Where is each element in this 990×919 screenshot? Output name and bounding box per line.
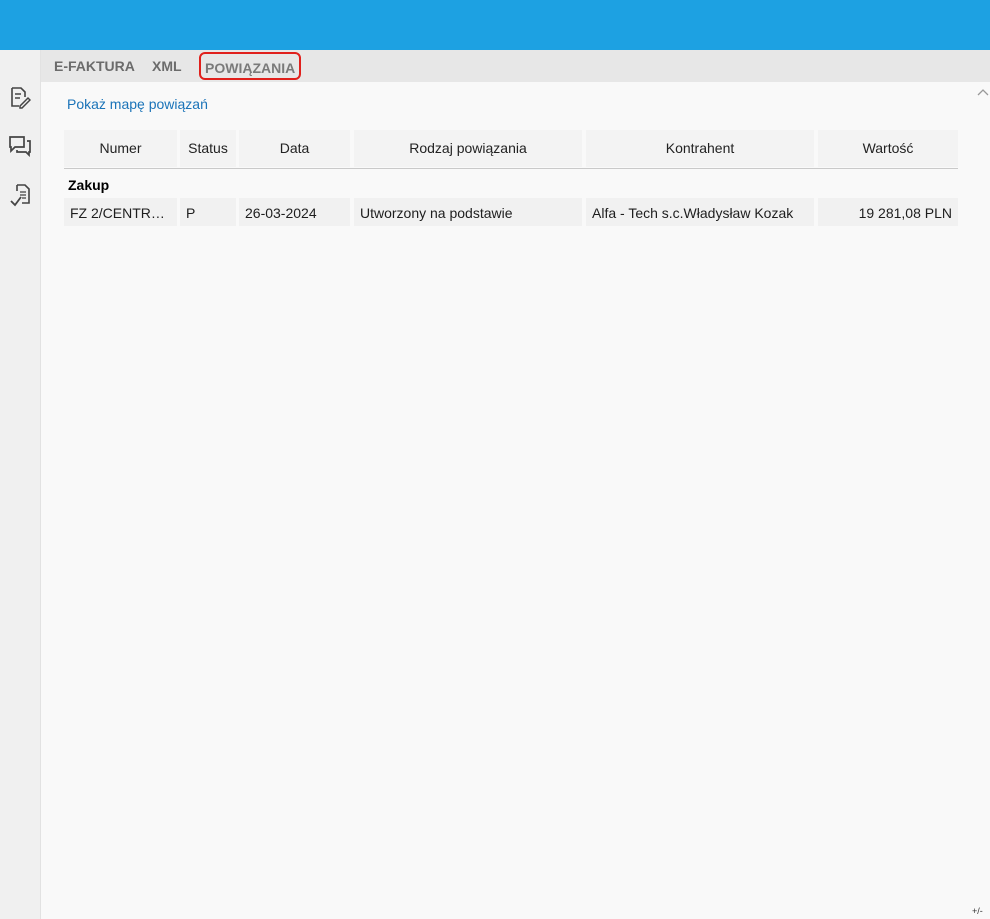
edit-document-icon[interactable] [8,86,32,110]
sidebar [0,50,41,919]
comments-icon[interactable] [8,134,32,158]
group-label-zakup: Zakup [68,177,110,193]
column-header-kontrahent[interactable]: Kontrahent [586,130,814,167]
column-header-status[interactable]: Status [180,130,236,167]
cell-wartosc: 19 281,08 PLN [818,198,958,226]
cell-rodzaj: Utworzony na podstawie [354,198,582,226]
cell-kontrahent: Alfa - Tech s.c.Władysław Kozak [586,198,814,226]
table-row[interactable]: FZ 2/CENTRAL... P 26-03-2024 Utworzony n… [64,198,958,226]
table-header: Numer Status Data Rodzaj powiązania Kont… [64,130,958,169]
chevron-up-icon[interactable] [976,86,990,98]
tab-xml[interactable]: XML [152,50,182,82]
cell-numer: FZ 2/CENTRAL... [64,198,177,226]
document-approve-icon[interactable] [8,184,32,208]
tab-e-faktura[interactable]: E-FAKTURA [54,50,135,82]
tab-powiazania[interactable]: POWIĄZANIA [199,52,302,80]
column-header-numer[interactable]: Numer [64,130,177,167]
main-content: Pokaż mapę powiązań Numer Status Data Ro… [42,82,990,919]
show-map-link[interactable]: Pokaż mapę powiązań [67,96,208,112]
corner-indicator: +/- [972,906,983,916]
app-header-bar [0,0,990,50]
tab-bar: E-FAKTURA XML POWIĄZANIA [41,50,990,82]
column-header-rodzaj[interactable]: Rodzaj powiązania [354,130,582,167]
column-header-wartosc[interactable]: Wartość [818,130,958,167]
cell-data: 26-03-2024 [239,198,350,226]
cell-status: P [180,198,236,226]
column-header-data[interactable]: Data [239,130,350,167]
